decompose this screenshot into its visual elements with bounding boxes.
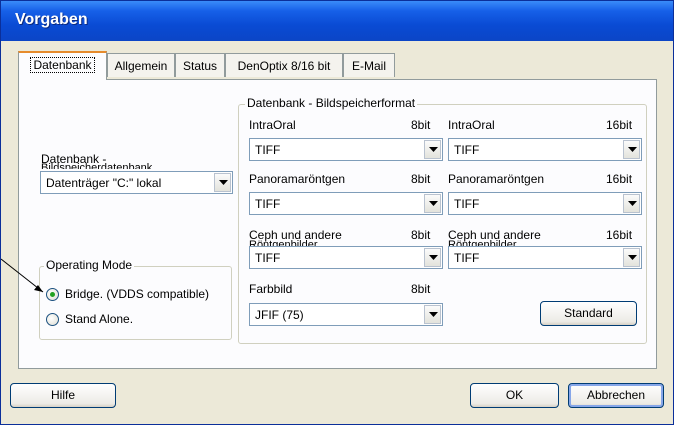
bildspeicherformat-title: Datenbank - Bildspeicherformat (245, 96, 418, 110)
datenbank-select-value: Datenträger "C:" lokal (46, 176, 162, 190)
dialog-window: Vorgaben Datenbank Allgemein Status DenO… (0, 0, 674, 425)
chevron-down-icon[interactable] (214, 173, 231, 192)
annotation-arrow (1, 258, 44, 293)
tab-denoptix[interactable]: DenOptix 8/16 bit (225, 53, 343, 77)
intraoral-16bit-depth: 16bit (606, 118, 633, 132)
chevron-down-icon[interactable] (623, 194, 640, 213)
stand-alone-radio[interactable] (46, 313, 59, 326)
intraoral-8bit-select[interactable]: TIFF (249, 138, 443, 161)
select-value: TIFF (255, 143, 281, 157)
select-value: TIFF (454, 197, 480, 211)
panorama-16bit-label: Panoramaröntgen (448, 172, 545, 186)
chevron-down-icon[interactable] (424, 140, 441, 159)
ceph-16bit-select[interactable]: TIFF (448, 246, 642, 269)
panorama-16bit-depth: 16bit (606, 172, 633, 186)
chevron-down-icon[interactable] (623, 140, 640, 159)
farbbild-depth: 8bit (411, 282, 431, 296)
help-button[interactable]: Hilfe (10, 383, 116, 408)
intraoral-8bit-label: IntraOral (249, 118, 296, 132)
tab-email[interactable]: E-Mail (343, 53, 395, 77)
panorama-8bit-label: Panoramaröntgen (249, 172, 346, 186)
select-value: TIFF (454, 143, 480, 157)
operating-mode-group (39, 266, 232, 340)
standard-button[interactable]: Standard (540, 301, 637, 326)
farbbild-select[interactable]: JFIF (75) (249, 303, 443, 326)
cancel-button[interactable]: Abbrechen (568, 383, 664, 408)
intraoral-16bit-label: IntraOral (448, 118, 495, 132)
panorama-16bit-select[interactable]: TIFF (448, 192, 642, 215)
ok-button[interactable]: OK (470, 383, 559, 408)
ceph-16bit-depth: 16bit (606, 228, 633, 242)
select-value: TIFF (255, 251, 281, 265)
panorama-8bit-depth: 8bit (411, 172, 431, 186)
panorama-8bit-select[interactable]: TIFF (249, 192, 443, 215)
intraoral-16bit-select[interactable]: TIFF (448, 138, 642, 161)
tab-allgemein[interactable]: Allgemein (107, 53, 175, 77)
ceph-8bit-depth: 8bit (411, 228, 431, 242)
select-value: TIFF (255, 197, 281, 211)
ceph-8bit-select[interactable]: TIFF (249, 246, 443, 269)
chevron-down-icon[interactable] (424, 194, 441, 213)
stand-alone-radio-label[interactable]: Stand Alone. (65, 312, 133, 326)
datenbank-select[interactable]: Datenträger "C:" lokal (40, 171, 233, 194)
select-value: JFIF (75) (255, 308, 304, 322)
bridge-radio-label[interactable]: Bridge. (VDDS compatible) (65, 287, 209, 301)
select-value: TIFF (454, 251, 480, 265)
chevron-down-icon[interactable] (424, 305, 441, 324)
tab-panel-datenbank: Datenbank - Bildspeicherdatenbank Datent… (18, 79, 657, 369)
intraoral-8bit-depth: 8bit (411, 118, 431, 132)
tab-status[interactable]: Status (175, 53, 225, 77)
farbbild-label: Farbbild (249, 282, 293, 296)
chevron-down-icon[interactable] (623, 248, 640, 267)
title-bar[interactable]: Vorgaben (1, 1, 673, 41)
chevron-down-icon[interactable] (424, 248, 441, 267)
